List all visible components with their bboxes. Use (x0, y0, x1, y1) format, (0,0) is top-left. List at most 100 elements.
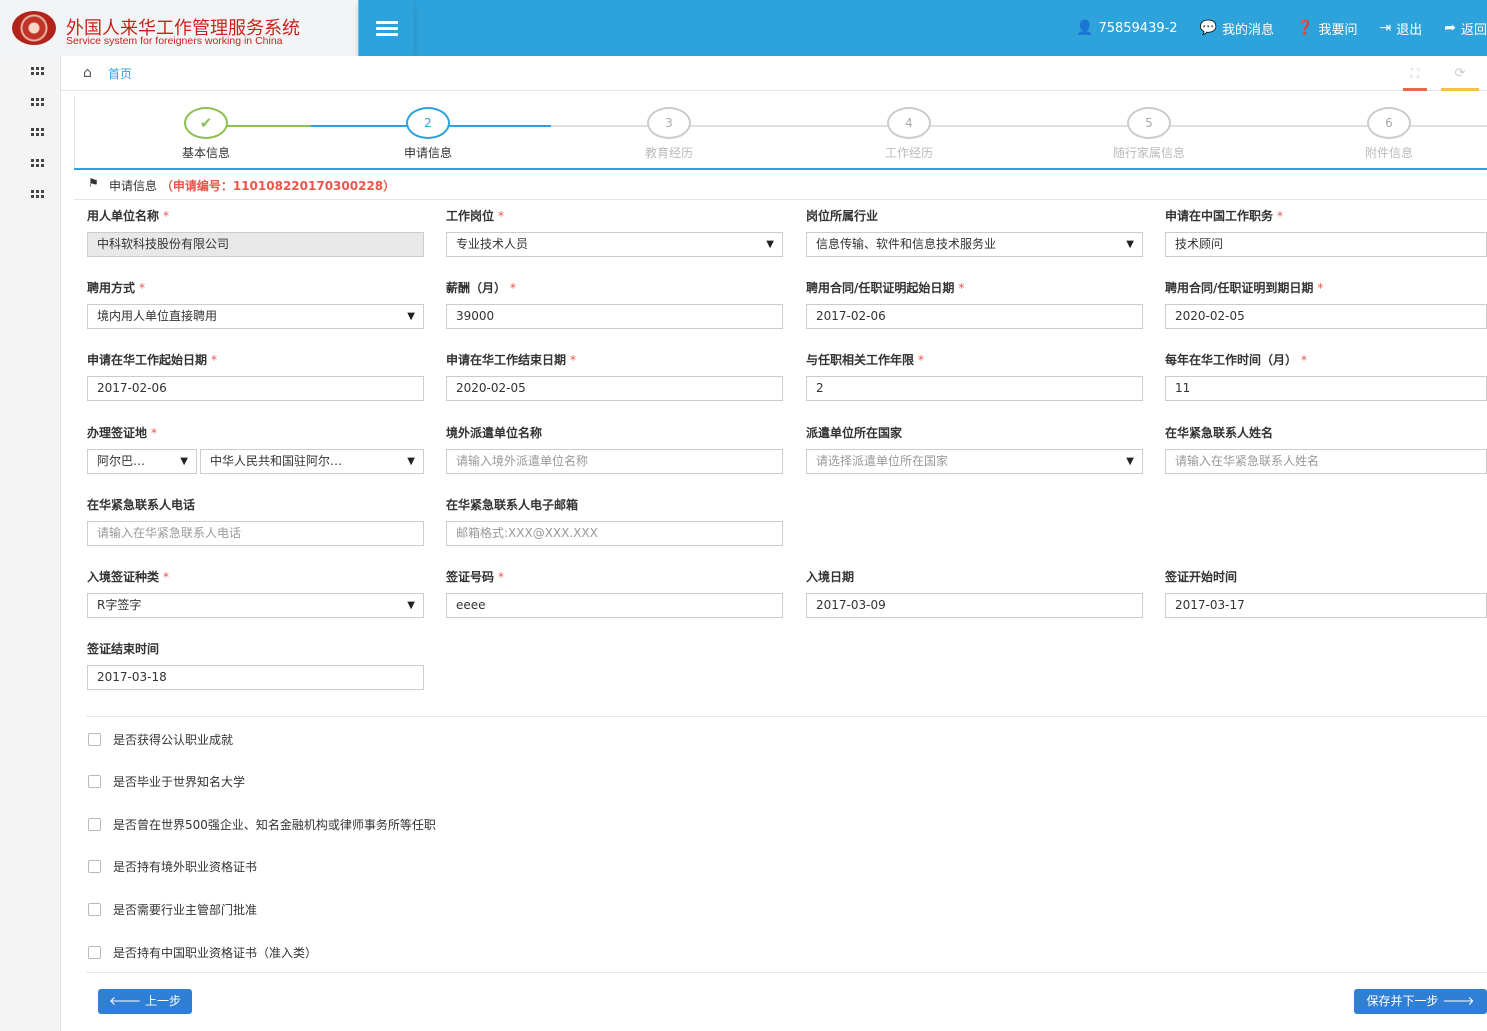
field-label: 办理签证地 * (87, 426, 158, 440)
checkbox-row[interactable]: 是否毕业于世界知名大学 (88, 773, 245, 790)
field-employer-name: 用人单位名称 * 中科软科技股份有限公司 (87, 207, 424, 257)
field-label: 与任职相关工作年限 * (806, 353, 925, 367)
top-header: 外国人来华工作管理服务系统 Service system for foreign… (0, 0, 1487, 56)
step-attachments[interactable]: 6 附件信息 (1329, 107, 1449, 161)
employer-name-input[interactable]: 中科软科技股份有限公司 (87, 232, 424, 257)
contract-end-date-input[interactable]: 2020-02-05 (1165, 304, 1487, 329)
field-label: 用人单位名称 * (87, 209, 170, 223)
save-next-label: 保存并下一步 (1366, 994, 1439, 1008)
field-label: 申请在华工作起始日期 * (87, 353, 218, 367)
checkbox[interactable] (88, 775, 101, 788)
sidebar-menu-icon-5[interactable] (31, 190, 45, 198)
field-emergency-name: 在华紧急联系人姓名 请输入在华紧急联系人姓名 (1165, 424, 1487, 474)
checkbox-row[interactable]: 是否需要行业主管部门批准 (88, 901, 257, 918)
step-basic-info[interactable]: ✔ 基本信息 (146, 107, 266, 161)
header-nav: 👤 75859439-2 💬 我的消息 ❓ 我要问 ⇥ 退出 ➦ 返回 (1076, 0, 1487, 56)
field-visa-type: 入境签证种类 * R字签字 ▼ (87, 568, 424, 618)
salary-input[interactable]: 39000 (446, 304, 783, 329)
years-experience-input[interactable]: 2 (806, 376, 1143, 401)
user-id: 75859439-2 (1098, 20, 1178, 36)
hire-method-select[interactable]: 境内用人单位直接聘用 ▼ (87, 304, 424, 329)
save-next-button[interactable]: 保存并下一步 🡒 (1354, 989, 1487, 1014)
work-start-date-input[interactable]: 2017-02-06 (87, 376, 424, 401)
visa-embassy-select[interactable]: 中华人民共和国驻阿尔… ▼ (200, 449, 424, 474)
step-education[interactable]: 3 教育经历 (609, 107, 729, 161)
step-work-history[interactable]: 4 工作经历 (849, 107, 969, 161)
field-label: 聘用方式 * (87, 281, 146, 295)
sidebar-menu-icon-4[interactable] (31, 159, 45, 167)
home-link[interactable]: 首页 (108, 65, 132, 82)
entry-date-input[interactable]: 2017-03-09 (806, 593, 1143, 618)
job-title-select[interactable]: 技术顾问 (1165, 232, 1487, 257)
field-hire-method: 聘用方式 * 境内用人单位直接聘用 ▼ (87, 279, 424, 329)
checkbox-row[interactable]: 是否曾在世界500强企业、知名金融机构或律师事务所等任职 (88, 816, 436, 833)
visa-type-select[interactable]: R字签字 ▼ (87, 593, 424, 618)
field-contract-end: 聘用合同/任职证明到期日期 * 2020-02-05 (1165, 279, 1487, 329)
field-years-experience: 与任职相关工作年限 * 2 (806, 351, 1143, 401)
field-contract-start: 聘用合同/任职证明起始日期 * 2017-02-06 (806, 279, 1143, 329)
logout-label: 退出 (1396, 22, 1423, 38)
field-job-title: 申请在中国工作职务 * 技术顾问 (1165, 207, 1487, 257)
field-visa-end: 签证结束时间 2017-03-18 (87, 640, 424, 690)
checkbox-row[interactable]: 是否持有境外职业资格证书 (88, 858, 257, 875)
sign-out-icon: ⇥ (1379, 20, 1392, 36)
emergency-email-input[interactable]: 邮箱格式:XXX@XXX.XXX (446, 521, 783, 546)
step-family[interactable]: 5 随行家属信息 (1089, 107, 1209, 161)
step-label: 工作经历 (884, 146, 933, 160)
menu-toggle-button[interactable] (358, 0, 414, 56)
user-menu[interactable]: 👤 75859439-2 (1076, 20, 1178, 36)
checkbox-label: 是否需要行业主管部门批准 (113, 903, 258, 917)
sidebar-menu-icon-2[interactable] (31, 98, 45, 106)
field-label: 聘用合同/任职证明起始日期 * (806, 281, 965, 295)
section-divider (86, 972, 1487, 973)
job-position-select[interactable]: 专业技术人员 ▼ (446, 232, 783, 257)
industry-select[interactable]: 信息传输、软件和信息技术服务业 ▼ (806, 232, 1143, 257)
question-icon: ❓ (1296, 20, 1314, 36)
back-link[interactable]: ➦ 返回 (1444, 19, 1487, 38)
dispatch-country-select[interactable]: 请选择派遣单位所在国家 ▼ (806, 449, 1143, 474)
checkbox[interactable] (88, 903, 101, 916)
field-months-per-year: 每年在华工作时间（月） * 11 (1165, 351, 1487, 401)
help-link[interactable]: ❓ 我要问 (1296, 19, 1357, 38)
checkbox-row[interactable]: 是否获得公认职业成就 (88, 731, 233, 748)
checkbox[interactable] (88, 860, 101, 873)
fullscreen-icon[interactable]: ⛶ (1403, 66, 1427, 91)
checkbox[interactable] (88, 946, 101, 959)
visa-end-date-input[interactable]: 2017-03-18 (87, 665, 424, 690)
prev-step-button[interactable]: 🡐 上一步 (98, 989, 192, 1014)
field-label: 申请在华工作结束日期 * (446, 353, 577, 367)
step-wizard: ✔ 基本信息 2 申请信息 3 教育经历 4 工作经历 5 随行家属信息 6 附… (74, 96, 1487, 168)
contract-start-date-input[interactable]: 2017-02-06 (806, 304, 1143, 329)
months-per-year-select[interactable]: 11 (1165, 376, 1487, 401)
step-number: 2 (406, 107, 450, 139)
logout-link[interactable]: ⇥ 退出 (1380, 19, 1423, 38)
emergency-phone-input[interactable]: 请输入在华紧急联系人电话 (87, 521, 424, 546)
left-sidebar (0, 56, 61, 1031)
field-emergency-email: 在华紧急联系人电子邮箱 邮箱格式:XXX@XXX.XXX (446, 496, 783, 546)
visa-start-date-input[interactable]: 2017-03-17 (1165, 593, 1487, 618)
visa-country-select[interactable]: 阿尔巴… ▼ (87, 449, 197, 474)
work-end-date-input[interactable]: 2020-02-05 (446, 376, 783, 401)
caret-down-icon: ▼ (1126, 239, 1134, 250)
sidebar-menu-icon-3[interactable] (31, 128, 45, 136)
dispatch-unit-input[interactable]: 请输入境外派遣单位名称 (446, 449, 783, 474)
field-job-position: 工作岗位 * 专业技术人员 ▼ (446, 207, 783, 257)
field-work-start: 申请在华工作起始日期 * 2017-02-06 (87, 351, 424, 401)
panel-title-text: 申请信息 (109, 179, 158, 193)
caret-down-icon: ▼ (407, 311, 415, 322)
checkbox[interactable] (88, 818, 101, 831)
step-label: 随行家属信息 (1112, 146, 1185, 160)
checkbox[interactable] (88, 733, 101, 746)
prev-step-label: 上一步 (145, 994, 182, 1008)
checkbox-row[interactable]: 是否持有中国职业资格证书（准入类） (88, 944, 317, 961)
help-label: 我要问 (1318, 22, 1358, 38)
refresh-icon[interactable]: ⟳ (1441, 66, 1479, 91)
emergency-name-input[interactable]: 请输入在华紧急联系人姓名 (1165, 449, 1487, 474)
system-subtitle: Service system for foreigners working in… (66, 35, 283, 47)
step-label: 教育经历 (644, 146, 693, 160)
step-application-info[interactable]: 2 申请信息 (368, 107, 488, 161)
messages-link[interactable]: 💬 我的消息 (1200, 19, 1274, 38)
sidebar-menu-icon-1[interactable] (31, 67, 45, 75)
visa-number-input[interactable]: eeee (446, 593, 783, 618)
field-label: 每年在华工作时间（月） * (1165, 353, 1308, 367)
